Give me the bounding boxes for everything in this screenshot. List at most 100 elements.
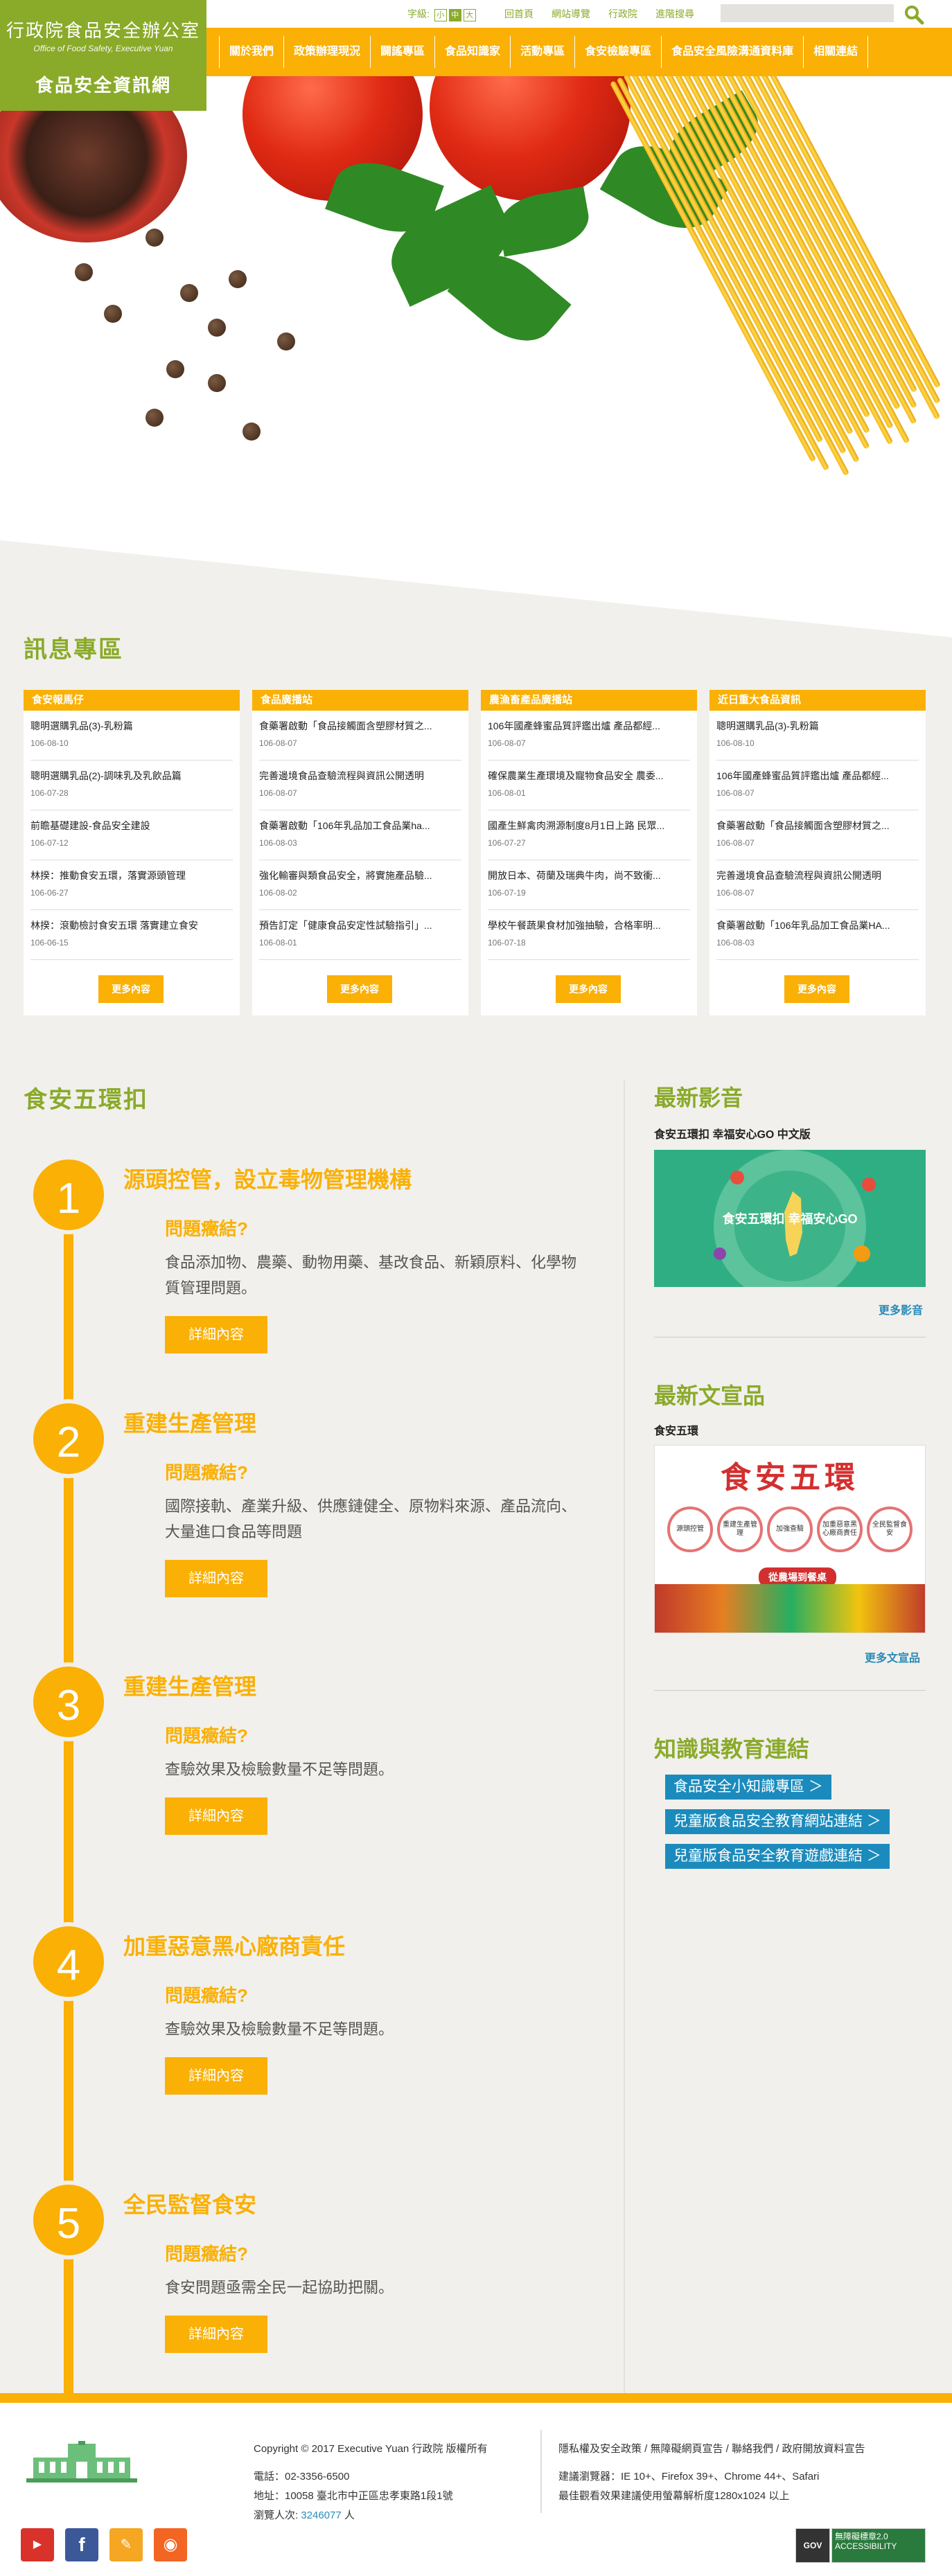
news-item[interactable]: 食藥署啟動「106年乳品加工食品業ha... 106-08-03 [259, 810, 461, 860]
home-link[interactable]: 回首頁 [504, 8, 534, 19]
peppercorn-image [75, 263, 93, 281]
news-item-title[interactable]: 聰明選購乳品(3)-乳粉篇 [30, 719, 233, 733]
news-item-title[interactable]: 國產生鮮禽肉溯源制度8月1日上路 民眾... [488, 819, 690, 833]
news-item-title[interactable]: 完善邊境食品查驗流程與資訊公開透明 [259, 769, 461, 783]
news-item[interactable]: 確保農業生產環境及寵物食品安全 農委... 106-08-01 [488, 761, 690, 810]
news-column-header: 食安報馬仔 [24, 690, 240, 711]
line-icon[interactable]: ✎ [109, 2528, 143, 2561]
news-item-title[interactable]: 林揆：推動食安五環，落實源頭管理 [30, 869, 233, 882]
news-item[interactable]: 預告訂定「健康食品安定性試驗指引」... 106-08-01 [259, 910, 461, 960]
accessibility-badge[interactable]: 無障礙標章2.0 ACCESSIBILITY [831, 2528, 926, 2563]
news-item-title[interactable]: 林揆：滾動檢討食安五環 落實建立食安 [30, 918, 233, 932]
news-item[interactable]: 完善邊境食品查驗流程與資訊公開透明 106-08-07 [716, 860, 919, 910]
nav-related-links[interactable]: 相關連結 [803, 36, 869, 68]
youtube-icon[interactable]: ▶ [21, 2528, 54, 2561]
executive-yuan-link[interactable]: 行政院 [608, 8, 637, 19]
flyer-thumbnail[interactable]: 食安五環 源頭控管 重建生產管理 加強查驗 加重惡意黑心廠商責任 全民監督食安 從農場到… [654, 1445, 926, 1633]
news-more-button[interactable]: 更多內容 [784, 975, 849, 1003]
kids-education-game-link[interactable]: 兒童版食品安全教育遊戲連結 ＞ [665, 1844, 890, 1869]
ring-details-button[interactable]: 詳細內容 [165, 2316, 267, 2353]
news-item[interactable]: 林揆：推動食安五環，落實源頭管理 106-06-27 [30, 860, 233, 910]
nav-inspection[interactable]: 食安檢驗專區 [574, 36, 661, 68]
ring-description: 查驗效果及檢驗數量不足等問題。 [165, 2020, 394, 2038]
news-item-title[interactable]: 聰明選購乳品(3)-乳粉篇 [716, 719, 919, 733]
news-item-title[interactable]: 聰明選購乳品(2)-調味乳及乳飲品篇 [30, 769, 233, 783]
font-size-control: 字級: 小中大 [407, 7, 476, 21]
video-thumbnail[interactable]: 食安五環扣 幸福安心GO [654, 1150, 926, 1287]
news-item[interactable]: 食藥署啟動「106年乳品加工食品業HA... 106-08-03 [716, 910, 919, 960]
news-item-title[interactable]: 食藥署啟動「106年乳品加工食品業ha... [259, 819, 461, 833]
news-more-button[interactable]: 更多內容 [327, 975, 392, 1003]
news-item-title[interactable]: 預告訂定「健康食品安定性試驗指引」... [259, 918, 461, 932]
ring-title: 重建生產管理 [123, 1411, 257, 1436]
ring-details-button[interactable]: 詳細內容 [165, 2057, 267, 2095]
news-item[interactable]: 強化輸審與類食品安全，將實施產品驗... 106-08-02 [259, 860, 461, 910]
ring-description: 食品添加物、農藥、動物用藥、基改食品、新穎原料、化學物質管理問題。 [165, 1254, 577, 1297]
nav-food-knowledge[interactable]: 食品知識家 [434, 36, 510, 68]
ring-number-circle: 4 [29, 1922, 108, 2001]
kids-education-site-link[interactable]: 兒童版食品安全教育網站連結 ＞ [665, 1809, 890, 1834]
pasta-image [610, 0, 952, 511]
news-item-title[interactable]: 食藥署啟動「食品接觸面含塑膠材質之... [259, 719, 461, 733]
nav-policy-status[interactable]: 政策辦理現況 [283, 36, 370, 68]
news-item-date: 106-06-27 [30, 888, 69, 898]
nav-events[interactable]: 活動專區 [510, 36, 574, 68]
font-size-medium-button[interactable]: 中 [448, 9, 461, 21]
news-item[interactable]: 聰明選購乳品(3)-乳粉篇 106-08-10 [30, 711, 233, 761]
video-title[interactable]: 食安五環扣 幸福安心GO 中文版 [654, 1125, 811, 1142]
policy-links[interactable]: 隱私權及安全政策 / 無障礙網頁宣告 / 聯絡我們 / 政府開放資料宣告 [558, 2440, 933, 2459]
news-item-title[interactable]: 學校午餐蔬果食材加強抽驗，合格率明... [488, 918, 690, 932]
news-item[interactable]: 106年國產蜂蜜品質評鑑出爐 產品都經... 106-08-07 [488, 711, 690, 761]
nav-rumor[interactable]: 闢謠專區 [370, 36, 434, 68]
news-item[interactable]: 聰明選購乳品(3)-乳粉篇 106-08-10 [716, 711, 919, 761]
ring-details-button[interactable]: 詳細內容 [165, 1560, 267, 1597]
font-size-small-button[interactable]: 小 [434, 9, 447, 21]
site-logo[interactable]: 行政院食品安全辦公室 Office of Food Safety, Execut… [0, 0, 206, 111]
building-logo-icon [26, 2441, 137, 2482]
more-videos-link[interactable]: 更多影音 [879, 1301, 923, 1317]
news-item-title[interactable]: 食藥署啟動「食品接觸面含塑膠材質之... [716, 819, 919, 833]
gov-badge[interactable]: GOV [795, 2528, 830, 2563]
logo-agency-name: 行政院食品安全辦公室 [6, 21, 200, 42]
ring-title: 加重惡意黑心廠商責任 [123, 1934, 346, 1959]
news-item-date: 106-08-07 [716, 838, 755, 848]
flyer-section-title: 最新文宣品 [654, 1383, 766, 1408]
news-item[interactable]: 前瞻基礎建設-食品安全建設 106-07-12 [30, 810, 233, 860]
sitemap-link[interactable]: 網站導覽 [552, 8, 590, 19]
food-safety-knowledge-link[interactable]: 食品安全小知識專區 ＞ [665, 1775, 831, 1800]
news-item[interactable]: 學校午餐蔬果食材加強抽驗，合格率明... 106-07-18 [488, 910, 690, 960]
top-utility-bar: 字級: 小中大 回首頁 網站導覽 行政院 進階搜尋 [206, 0, 952, 28]
news-item-title[interactable]: 前瞻基礎建設-食品安全建設 [30, 819, 233, 833]
news-item[interactable]: 食藥署啟動「食品接觸面含塑膠材質之... 106-08-07 [259, 711, 461, 761]
news-item-date: 106-07-18 [488, 938, 526, 948]
news-item-title[interactable]: 強化輸審與類食品安全，將實施產品驗... [259, 869, 461, 882]
news-item[interactable]: 聰明選購乳品(2)-調味乳及乳飲品篇 106-07-28 [30, 761, 233, 810]
news-item[interactable]: 106年國產蜂蜜品質評鑑出爐 產品都經... 106-08-07 [716, 761, 919, 810]
news-item-title[interactable]: 完善邊境食品查驗流程與資訊公開透明 [716, 869, 919, 882]
news-item[interactable]: 國產生鮮禽肉溯源制度8月1日上路 民眾... 106-07-27 [488, 810, 690, 860]
news-item-date: 106-08-02 [259, 888, 297, 898]
nav-about[interactable]: 關於我們 [219, 36, 283, 68]
news-item[interactable]: 開放日本、荷蘭及瑞典牛肉，尚不致衝... 106-07-19 [488, 860, 690, 910]
news-item[interactable]: 完善邊境食品查驗流程與資訊公開透明 106-08-07 [259, 761, 461, 810]
news-item-title[interactable]: 食藥署啟動「106年乳品加工食品業HA... [716, 918, 919, 932]
news-item-title[interactable]: 開放日本、荷蘭及瑞典牛肉，尚不致衝... [488, 869, 690, 882]
news-item-title[interactable]: 確保農業生產環境及寵物食品安全 農委... [488, 769, 690, 783]
rss-icon[interactable]: ◉ [154, 2528, 187, 2561]
ring-details-button[interactable]: 詳細內容 [165, 1316, 267, 1353]
news-item[interactable]: 林揆：滾動檢討食安五環 落實建立食安 106-06-15 [30, 910, 233, 960]
news-item-title[interactable]: 106年國產蜂蜜品質評鑑出爐 產品都經... [716, 769, 919, 783]
more-flyers-link[interactable]: 更多文宣品 [865, 1649, 920, 1665]
search-input[interactable] [721, 4, 894, 22]
facebook-icon[interactable]: f [65, 2528, 98, 2561]
news-item-title[interactable]: 106年國產蜂蜜品質評鑑出爐 產品都經... [488, 719, 690, 733]
advanced-search-link[interactable]: 進階搜尋 [655, 8, 694, 19]
nav-risk-database[interactable]: 食品安全風險溝通資料庫 [661, 36, 803, 68]
search-icon[interactable] [903, 4, 924, 25]
news-item[interactable]: 食藥署啟動「食品接觸面含塑膠材質之... 106-08-07 [716, 810, 919, 860]
font-size-large-button[interactable]: 大 [463, 9, 476, 21]
news-more-button[interactable]: 更多內容 [556, 975, 621, 1003]
ring-details-button[interactable]: 詳細內容 [165, 1797, 267, 1835]
news-more-button[interactable]: 更多內容 [98, 975, 164, 1003]
flyer-title[interactable]: 食安五環 [654, 1421, 698, 1438]
